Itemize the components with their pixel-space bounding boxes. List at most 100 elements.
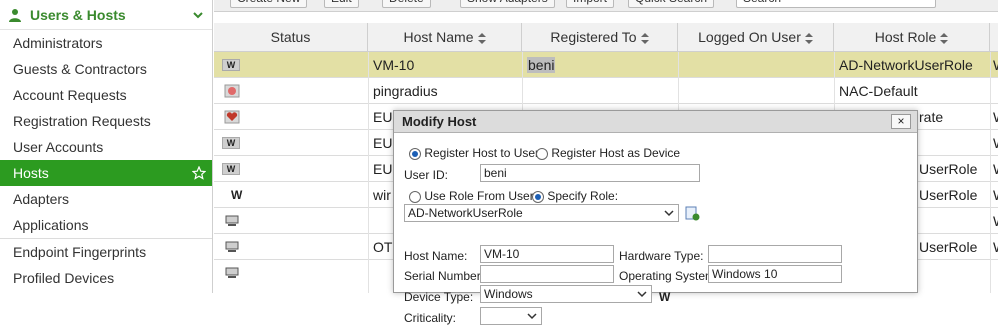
radio-selected-icon[interactable] (532, 190, 544, 203)
chevron-down-icon (527, 313, 537, 320)
operating-system-label: Operating System: (619, 269, 719, 283)
sidebar-item-endpoint-fingerprints[interactable]: Endpoint Fingerprints (0, 239, 212, 265)
sidebar-item-adapters[interactable]: Adapters (0, 186, 212, 212)
cell-extra: W (990, 52, 998, 78)
windows-host-icon: W (231, 188, 243, 202)
sidebar: Users & Hosts Administrators Guests & Co… (0, 0, 213, 293)
use-role-from-user-option[interactable]: Use Role From User (409, 189, 534, 203)
sidebar-item-guests-contractors[interactable]: Guests & Contractors (0, 56, 212, 82)
windows-host-icon: W (222, 137, 240, 149)
cell-extra: W (990, 156, 998, 182)
sidebar-item-user-accounts[interactable]: User Accounts (0, 134, 212, 160)
sidebar-item-account-requests[interactable]: Account Requests (0, 82, 212, 108)
serial-number-input[interactable] (480, 265, 614, 283)
host-name-label: Host Name: (404, 249, 468, 263)
table-row[interactable]: W VM-10 beni AD-NetworkUserRole W (214, 52, 998, 78)
edit-button[interactable]: Edit (324, 0, 359, 8)
sidebar-item-applications[interactable]: Applications (0, 212, 212, 238)
radio-selected-icon[interactable] (409, 147, 421, 160)
specify-role-option[interactable]: Specify Role: (532, 189, 618, 203)
cell-host-name: VM-10 (373, 57, 415, 73)
column-divider (368, 52, 369, 293)
dialog-title: Modify Host (394, 111, 917, 133)
cell-host-name: pingradius (373, 83, 438, 99)
close-button[interactable]: × (891, 114, 911, 129)
show-adapters-button[interactable]: Show Adapters (460, 0, 555, 8)
header-extra[interactable] (990, 23, 998, 52)
sidebar-item-label: Profiled Devices (13, 270, 115, 286)
device-type-value: Windows (484, 287, 533, 301)
device-type-icon: W (659, 290, 671, 304)
serial-number-label: Serial Number: (404, 269, 485, 283)
search-input[interactable]: Search (736, 0, 936, 8)
chevron-down-icon[interactable] (192, 9, 204, 21)
hardware-type-input[interactable] (708, 245, 842, 263)
device-type-label: Device Type: (404, 290, 474, 304)
cell-host-role: AD-NetworkUserRole (839, 57, 973, 73)
header-logged-on-user[interactable]: Logged On User (678, 23, 834, 52)
register-to-user-option[interactable]: Register Host to User (409, 146, 539, 160)
cell-host-role: NAC-Default (839, 83, 918, 99)
register-as-device-option[interactable]: Register Host as Device (536, 146, 680, 160)
delete-button[interactable]: Delete (382, 0, 431, 8)
radio-icon[interactable] (536, 147, 548, 160)
sidebar-item-label: Account Requests (13, 87, 127, 103)
edit-role-icon[interactable] (685, 205, 700, 221)
registered-to-value: beni (527, 57, 556, 73)
sidebar-item-hosts[interactable]: Hosts (0, 160, 212, 186)
user-id-label: User ID: (404, 168, 449, 182)
sort-icon (940, 32, 949, 44)
windows-host-icon: W (222, 163, 240, 175)
sidebar-item-profiled-devices[interactable]: Profiled Devices (0, 265, 212, 291)
criticality-select[interactable] (480, 307, 542, 325)
header-host-role[interactable]: Host Role (834, 23, 990, 52)
role-select-value: AD-NetworkUserRole (408, 206, 523, 220)
user-id-input[interactable]: beni (480, 164, 700, 182)
chevron-down-icon (637, 291, 647, 298)
computer-icon (225, 241, 239, 252)
windows-host-icon: W (222, 59, 240, 71)
toolbar: Create New Edit Delete Show Adapters Imp… (214, 0, 998, 12)
users-hosts-section-header[interactable]: Users & Hosts (0, 0, 212, 30)
sidebar-item-registration-requests[interactable]: Registration Requests (0, 108, 212, 134)
sort-icon (640, 32, 649, 44)
host-name-input[interactable]: VM-10 (480, 245, 614, 263)
sidebar-item-administrators[interactable]: Administrators (0, 30, 212, 56)
create-new-button[interactable]: Create New (230, 0, 308, 8)
cell-extra: W (990, 208, 998, 234)
computer-icon (225, 215, 239, 226)
column-divider (990, 52, 991, 293)
table-row[interactable]: pingradius NAC-Default (214, 78, 998, 104)
header-registered-to[interactable]: Registered To (522, 23, 678, 52)
cell-host-role: UserRole (919, 187, 978, 203)
import-button[interactable]: Import (566, 0, 615, 8)
cell-extra: W (990, 130, 998, 156)
quick-search-button[interactable]: Quick Search (628, 0, 715, 8)
section-title: Users & Hosts (30, 6, 126, 23)
operating-system-input[interactable]: Windows 10 (708, 265, 842, 283)
cell-registered-to: beni (522, 52, 678, 78)
radio-icon[interactable] (409, 190, 421, 203)
sidebar-item-label: Hosts (13, 165, 49, 181)
pin-device-icon (224, 84, 240, 98)
specify-role-label: Specify Role: (547, 189, 619, 203)
computer-icon (225, 267, 239, 278)
sidebar-item-label: Endpoint Fingerprints (13, 244, 147, 260)
star-icon[interactable] (192, 166, 206, 180)
sort-icon (477, 32, 486, 44)
cell-host-role: UserRole (919, 239, 978, 255)
cell-host-role: rate (919, 109, 944, 125)
sidebar-item-label: Adapters (13, 191, 70, 207)
cell-extra: W (990, 104, 998, 130)
register-to-user-label: Register Host to User (424, 146, 540, 160)
cell-extra: W (990, 234, 998, 260)
table-header: Status Host Name Registered To Logged On… (214, 23, 998, 52)
user-icon (9, 8, 21, 22)
use-role-from-user-label: Use Role From User (424, 189, 534, 203)
header-host-name[interactable]: Host Name (368, 23, 522, 52)
device-type-select[interactable]: Windows (480, 285, 652, 303)
role-select[interactable]: AD-NetworkUserRole (404, 204, 679, 222)
sidebar-item-label: Guests & Contractors (13, 61, 147, 77)
heart-device-icon (224, 110, 240, 124)
header-status[interactable]: Status (214, 23, 368, 52)
